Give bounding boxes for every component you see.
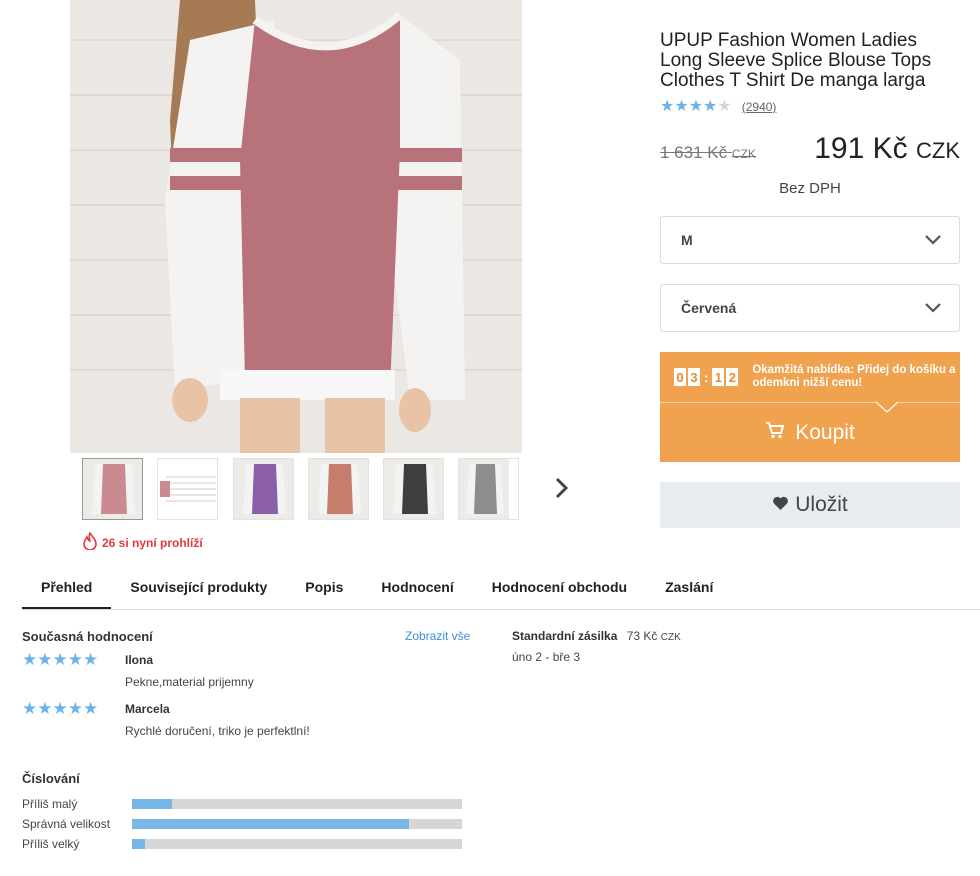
star-icon: ★ [67,650,83,669]
thumbnail-1[interactable] [82,458,143,520]
timer-digit: 3 [688,368,700,386]
product-rating: ★ ★ ★ ★ ★ (2940) [660,99,776,115]
product-tabs: Přehled Související produkty Popis Hodno… [22,564,980,610]
thumbnail-2[interactable] [157,458,218,520]
star-icon: ★ [674,98,689,115]
shipping-cost-currency: CZK [660,632,681,643]
shipping-method: Standardní zásilka 73 Kč CZK [512,629,681,643]
thumbnail-5[interactable] [383,458,444,520]
product-main-image[interactable] [70,0,522,453]
countdown-timer: 0 3 : 1 2 [674,368,739,386]
tax-note: Bez DPH [779,180,841,197]
tab-related-products[interactable]: Související produkty [111,564,286,610]
star-icon: ★ [22,650,38,669]
cart-icon [765,421,785,445]
buy-button[interactable]: Koupit [660,402,960,462]
fit-row-too-small: Příliš malý [22,797,462,811]
review-stars: ★ ★ ★ ★ ★ [22,699,99,718]
thumbnail-4[interactable] [308,458,369,520]
fit-row-too-large: Příliš velký [22,837,462,851]
thumbnail-3[interactable] [233,458,294,520]
fit-bar [132,839,462,849]
fit-bar [132,819,462,829]
star-icon: ★ [703,98,718,115]
fit-label: Příliš malý [22,797,78,811]
fit-bar-fill [132,799,172,809]
size-select-value: M [681,232,693,248]
star-icon: ★ [83,650,99,669]
fit-bar-fill [132,839,146,849]
review-stars: ★ ★ ★ ★ ★ [22,650,99,669]
chevron-right-icon[interactable] [551,475,573,501]
reviewer-name: Ilona [125,653,154,667]
star-icon: ★ [67,699,83,718]
price-row: 1 631 Kč CZK 191 Kč CZK [660,132,960,166]
fit-label: Správná velikost [22,817,111,831]
tab-shipping[interactable]: Zaslání [646,564,732,610]
reviewer-name: Marcela [125,702,170,716]
heart-icon [772,493,789,517]
show-all-reviews-link[interactable]: Zobrazit vše [405,629,470,643]
reviews-heading: Současná hodnocení [22,629,153,644]
chevron-down-icon [925,300,941,316]
sizing-heading: Číslování [22,771,80,786]
timer-digit: 0 [674,368,686,386]
current-price-value: 191 Kč [814,132,908,165]
fit-label: Příliš velký [22,837,80,851]
shipping-cost: 73 Kč CZK [627,629,681,643]
chevron-down-icon [925,232,941,248]
deal-text: Okamžitá nabídka: Přidej do košíku a ode… [752,364,956,389]
instant-deal-banner: 0 3 : 1 2 Okamžitá nabídka: Přidej do ko… [660,352,960,402]
review-count-link[interactable]: (2940) [742,100,777,114]
timer-separator: : [704,369,709,385]
current-price-currency: CZK [916,138,960,163]
star-icon: ★ [660,98,675,115]
tab-store-reviews[interactable]: Hodnocení obchodu [473,564,646,610]
viewers-text: 26 si nyní prohlíží [102,535,203,550]
fit-bar [132,799,462,809]
shipping-cost-value: 73 Kč [626,629,658,643]
star-icon: ★ [717,98,732,115]
fit-row-true-to-size: Správná velikost [22,817,462,831]
timer-digit: 1 [712,368,725,386]
timer-digit: 2 [726,368,739,386]
size-select[interactable]: M [660,216,960,264]
shipping-dates: úno 2 - bře 3 [512,650,581,664]
old-price-currency: CZK [731,147,756,161]
review-text: Rychlé doručení, triko je perfektlní! [125,724,310,738]
flame-icon [82,531,98,553]
tab-description[interactable]: Popis [286,564,362,610]
old-price-value: 1 631 Kč [660,143,728,162]
review-text: Pekne,material prijemny [125,675,254,689]
star-icon: ★ [52,650,68,669]
product-title: UPUP Fashion Women Ladies Long Sleeve Sp… [660,30,932,91]
buy-button-label: Koupit [795,420,855,444]
star-icon: ★ [37,650,53,669]
current-price: 191 Kč CZK [814,132,960,166]
star-icon: ★ [52,699,68,718]
thumbnail-6[interactable] [458,458,519,520]
star-icon: ★ [22,699,38,718]
color-select-value: Červená [681,300,737,316]
save-button[interactable]: Uložit [660,482,960,528]
tab-overview[interactable]: Přehled [22,564,112,610]
star-icon: ★ [83,699,99,718]
viewers-notice: 26 si nyní prohlíží [82,531,203,553]
star-icon: ★ [688,98,704,115]
deal-pointer [876,401,898,413]
tabs-divider [22,609,980,610]
fit-bar-fill [132,819,410,829]
rating-stars: ★ ★ ★ ★ ★ [660,99,732,115]
star-icon: ★ [37,699,53,718]
save-button-label: Uložit [795,493,848,516]
shipping-label: Standardní zásilka [512,629,618,643]
tab-reviews[interactable]: Hodnocení [362,564,472,610]
color-select[interactable]: Červená [660,284,960,332]
old-price: 1 631 Kč CZK [660,143,756,163]
